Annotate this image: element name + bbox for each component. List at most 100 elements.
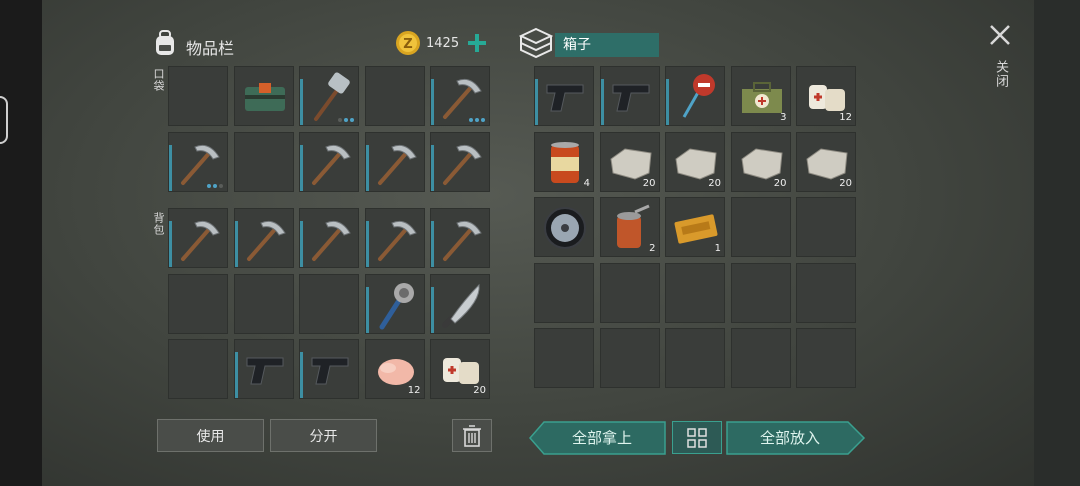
item-quantity: 20 [839,177,852,189]
trash-button[interactable] [452,419,492,452]
box-slot[interactable]: 20 [796,131,856,192]
backpack-slot[interactable] [299,339,359,399]
backpack-slot[interactable] [299,273,359,334]
box-slot[interactable]: 3 [730,66,791,126]
backpack-slot[interactable] [364,273,425,334]
backpack-label: 背包 [152,212,165,236]
trash-icon [463,424,481,447]
pocket-slot[interactable] [168,66,228,126]
box-slot[interactable] [599,66,660,126]
upgrade-dot [207,183,211,188]
upgrade-dot [344,118,348,122]
box-slot[interactable] [534,262,594,323]
pocket-slot[interactable] [430,131,490,192]
take-all-button[interactable]: 全部拿上 [540,421,664,454]
durability-bar [300,144,303,191]
pocket-slot[interactable] [168,131,228,192]
add-coins-icon[interactable] [467,33,487,57]
box-slot[interactable] [534,66,594,126]
box-slot[interactable] [730,197,791,257]
box-slot[interactable] [796,262,856,323]
backpack-slot[interactable] [364,208,425,268]
pocket-slot[interactable] [430,66,490,126]
backpack-slot[interactable] [168,273,228,334]
durability-bar [169,144,172,191]
upgrade-dot [481,118,485,122]
backpack-slot[interactable]: 12 [364,339,425,399]
box-slot[interactable] [534,197,594,257]
box-icon [518,27,554,63]
box-slot[interactable] [534,328,594,388]
durability-bar [234,352,238,398]
backpack-slot[interactable]: 20 [430,339,490,399]
item-quantity: 20 [473,385,486,396]
backpack-icon [150,28,180,62]
explosive-pack-icon [244,83,285,111]
pocket-slot[interactable] [233,131,294,192]
item-quantity: 4 [583,177,590,189]
pocket-slot[interactable] [364,66,425,126]
put-all-button[interactable]: 全部放入 [728,421,852,454]
pistol-icon [546,84,584,112]
durability-bar [666,79,669,125]
durability-bar [365,221,369,267]
box-slot[interactable] [730,262,791,323]
backpack-slot[interactable] [168,339,228,399]
backpack-slot[interactable] [233,208,294,268]
backpack-slot[interactable] [430,273,490,334]
item-quantity: 12 [407,385,421,396]
pickaxe-icon [181,144,220,185]
box-slot[interactable]: 20 [730,131,791,192]
item-quantity: 3 [780,112,787,123]
pocket-slot[interactable] [364,131,425,192]
bezel-notch [0,96,8,144]
coin-icon: Z [395,30,421,60]
durability-bar [431,144,434,191]
machete-icon [442,283,480,328]
pocket-slot[interactable] [299,66,359,126]
pistol-icon [612,84,649,112]
split-button[interactable]: 分开 [270,419,377,452]
durability-bar [431,79,434,125]
upgrade-dot [475,118,479,122]
upgrade-dots [338,118,354,122]
durability-bar [300,352,303,398]
box-slot[interactable] [665,262,725,323]
use-button[interactable]: 使用 [157,419,264,452]
box-slot[interactable] [599,262,660,323]
pocket-slot[interactable] [299,131,359,192]
box-slot[interactable] [730,328,791,388]
box-slot[interactable] [796,197,856,257]
backpack-slot[interactable] [233,273,294,334]
upgrade-dot [469,118,473,122]
box-slot[interactable]: 4 [534,131,594,192]
box-slot[interactable]: 1 [665,197,725,257]
box-slot[interactable] [665,66,725,126]
box-slot[interactable]: 12 [796,66,856,126]
inventory-title: 物品栏 [186,39,235,58]
sort-button[interactable] [672,421,722,454]
backpack-slot[interactable] [168,208,228,268]
wheel-icon [544,207,586,249]
upgrade-dot [350,118,354,122]
backpack-slot[interactable] [233,339,294,399]
backpack-slot[interactable] [430,208,490,268]
box-slot[interactable]: 20 [599,131,660,192]
durability-bar [300,221,303,267]
box-slot[interactable] [796,328,856,388]
pickaxe-icon [443,144,482,185]
pocket-label: 口袋 [152,68,165,92]
box-slot[interactable] [665,328,725,388]
close-icon[interactable] [989,24,1011,50]
pocket-slot[interactable] [233,66,294,126]
backpack-slot[interactable] [299,208,359,268]
item-quantity: 20 [773,177,787,189]
box-slot[interactable]: 20 [665,131,725,192]
item-quantity: 1 [714,243,721,254]
spiked-club-icon [379,282,414,329]
upgrade-dots [469,118,485,122]
box-slot[interactable]: 2 [599,197,660,257]
stop-sign-icon [682,74,715,118]
close-label[interactable]: 关闭 [991,60,1010,88]
box-slot[interactable] [599,328,660,388]
